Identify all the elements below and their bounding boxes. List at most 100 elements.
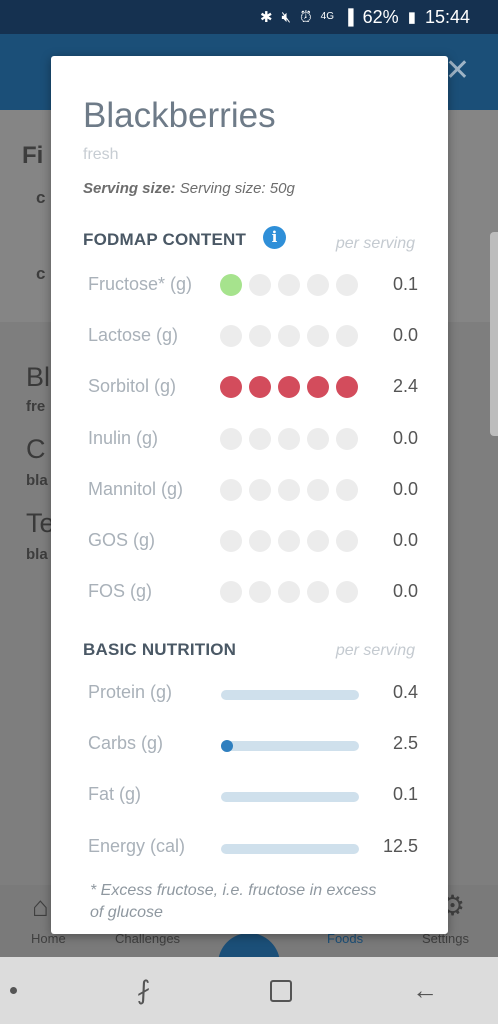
fodmap-row: Sorbitol (g) 2.4 bbox=[88, 372, 418, 402]
fodmap-level-dots bbox=[220, 274, 358, 296]
level-dot bbox=[249, 376, 271, 398]
mute-icon: 🔇︎ bbox=[281, 8, 291, 26]
nutrition-row: Energy (cal) 12.5 bbox=[88, 832, 418, 862]
nutrition-value: 2.5 bbox=[392, 733, 418, 753]
level-dot bbox=[307, 428, 329, 450]
info-icon[interactable]: i bbox=[263, 226, 286, 249]
level-dot bbox=[278, 530, 300, 552]
fodmap-row: Inulin (g) 0.0 bbox=[88, 424, 418, 454]
fodmap-level-dots bbox=[220, 530, 358, 552]
fodmap-value: 0.0 bbox=[392, 479, 418, 499]
level-dot bbox=[278, 428, 300, 450]
home-icon[interactable]: ⌂ bbox=[32, 891, 49, 923]
level-dot bbox=[249, 530, 271, 552]
fodmap-value: 0.1 bbox=[392, 274, 418, 294]
level-dot bbox=[336, 325, 358, 347]
close-icon[interactable]: ✕ bbox=[445, 56, 470, 86]
level-dot bbox=[278, 479, 300, 501]
fodmap-level-dots bbox=[220, 325, 358, 347]
system-nav-bar: ⨏ ← bbox=[0, 957, 498, 1024]
fodmap-label: Inulin (g) bbox=[88, 428, 159, 448]
level-dot bbox=[220, 376, 242, 398]
fodmap-level-dots bbox=[220, 581, 358, 603]
level-dot bbox=[249, 274, 271, 296]
level-dot bbox=[249, 479, 271, 501]
level-dot bbox=[307, 376, 329, 398]
alarm-icon: ⏰︎ bbox=[299, 8, 312, 26]
battery-icon: ▮ bbox=[407, 8, 416, 26]
level-dot bbox=[278, 581, 300, 603]
fodmap-value: 0.0 bbox=[392, 530, 418, 550]
network-type: 4G bbox=[320, 11, 335, 22]
bg-list-title: C bbox=[26, 434, 46, 464]
nutrition-value: 0.4 bbox=[392, 682, 418, 702]
nutrition-value: 12.5 bbox=[382, 836, 418, 856]
level-dot bbox=[220, 479, 242, 501]
status-bar: ✱ 🔇︎ ⏰︎ 4G ▐ 62% ▮ 15:44 bbox=[0, 0, 498, 34]
bluetooth-icon: ✱ bbox=[259, 8, 273, 26]
food-variant: fresh bbox=[83, 146, 119, 163]
fodmap-row: Mannitol (g) 0.0 bbox=[88, 475, 418, 505]
nutrition-per-serving: per serving bbox=[335, 642, 415, 659]
nutrition-label: Carbs (g) bbox=[88, 733, 164, 753]
bg-list-sub: bla bbox=[26, 472, 48, 489]
recents-icon[interactable]: ⨏ bbox=[137, 975, 151, 1006]
level-dot bbox=[249, 325, 271, 347]
level-dot bbox=[336, 428, 358, 450]
scrollbar[interactable] bbox=[490, 232, 498, 436]
level-dot bbox=[278, 325, 300, 347]
bg-option: c bbox=[36, 264, 46, 283]
fodmap-label: FOS (g) bbox=[88, 581, 153, 601]
nutrition-bar-fill bbox=[221, 740, 233, 752]
fodmap-value: 2.4 bbox=[392, 376, 418, 396]
fodmap-label: Fructose* (g) bbox=[88, 274, 193, 294]
level-dot bbox=[336, 479, 358, 501]
food-detail-dialog: Blackberries fresh Serving size: Serving… bbox=[51, 56, 448, 934]
level-dot bbox=[336, 274, 358, 296]
fodmap-level-dots bbox=[220, 376, 358, 398]
fodmap-header: FODMAP CONTENT bbox=[83, 230, 247, 249]
fodmap-level-dots bbox=[220, 428, 358, 450]
nutrition-label: Protein (g) bbox=[88, 682, 173, 702]
home-square-icon[interactable] bbox=[270, 979, 293, 1002]
level-dot bbox=[307, 530, 329, 552]
bg-heading: Fi bbox=[22, 142, 44, 169]
battery-percent: 62% bbox=[362, 6, 399, 27]
level-dot bbox=[278, 274, 300, 296]
nutrition-header: BASIC NUTRITION bbox=[83, 640, 237, 659]
fodmap-label: Lactose (g) bbox=[88, 325, 179, 345]
level-dot bbox=[336, 581, 358, 603]
bg-list-sub: bla bbox=[26, 546, 48, 563]
nutrition-bar bbox=[221, 792, 359, 802]
back-icon[interactable]: ← bbox=[412, 975, 438, 1006]
fodmap-row: FOS (g) 0.0 bbox=[88, 577, 418, 607]
level-dot bbox=[220, 530, 242, 552]
level-dot bbox=[249, 581, 271, 603]
level-dot bbox=[220, 325, 242, 347]
nutrition-bar bbox=[221, 844, 359, 854]
level-dot bbox=[307, 479, 329, 501]
fodmap-row: Lactose (g) 0.0 bbox=[88, 321, 418, 351]
fodmap-level-dots bbox=[220, 479, 358, 501]
fodmap-value: 0.0 bbox=[392, 325, 418, 345]
fodmap-per-serving: per serving bbox=[335, 235, 415, 252]
fodmap-label: Mannitol (g) bbox=[88, 479, 184, 499]
footnote: * Excess fructose, i.e. fructose in exce… bbox=[90, 882, 377, 921]
fodmap-value: 0.0 bbox=[392, 428, 418, 448]
nutrition-bar bbox=[221, 690, 359, 700]
food-title: Blackberries bbox=[83, 96, 276, 135]
level-dot bbox=[278, 376, 300, 398]
fodmap-label: Sorbitol (g) bbox=[88, 376, 177, 396]
bg-list-title: Bl bbox=[26, 362, 51, 392]
nutrition-bar bbox=[221, 740, 359, 752]
level-dot bbox=[220, 428, 242, 450]
serving-size-value: Serving size: 50g bbox=[179, 180, 295, 197]
bg-option: c bbox=[36, 188, 46, 207]
level-dot bbox=[336, 530, 358, 552]
nutrition-value: 0.1 bbox=[392, 784, 418, 804]
fodmap-value: 0.0 bbox=[392, 581, 418, 601]
nutrition-row: Carbs (g) 2.5 bbox=[88, 729, 418, 759]
level-dot bbox=[249, 428, 271, 450]
level-dot bbox=[220, 581, 242, 603]
level-dot bbox=[220, 274, 242, 296]
